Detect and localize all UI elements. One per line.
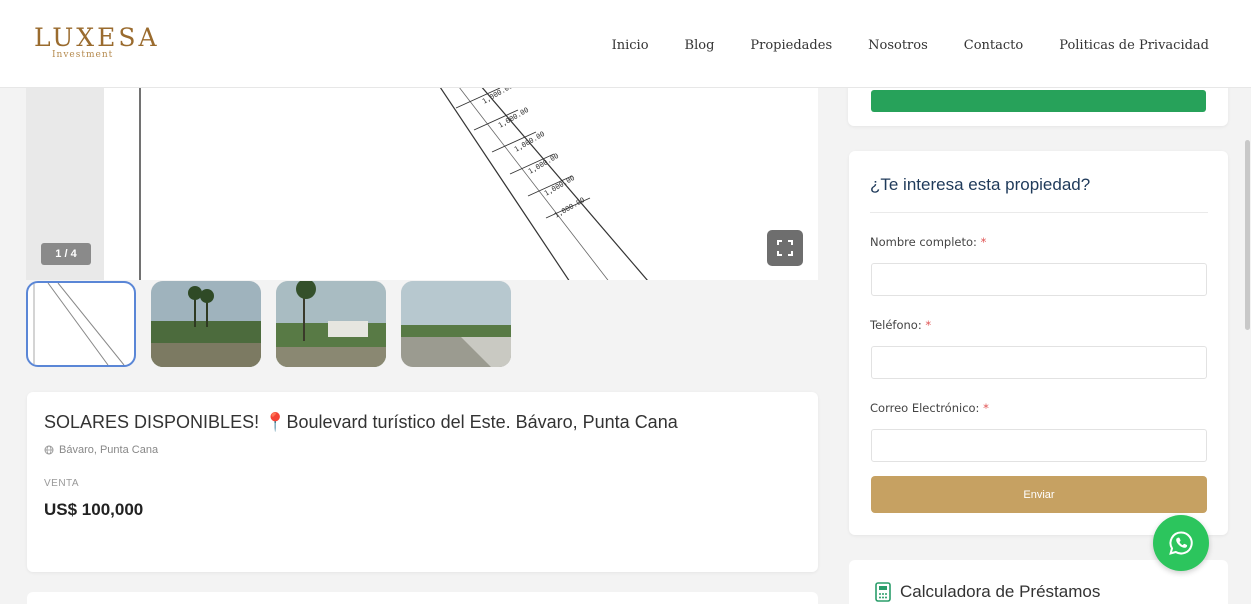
brand-logo[interactable]: LUXESA Investment (34, 23, 160, 60)
plan-label: 1,000.00 (481, 88, 514, 106)
thumbnail-photo-3[interactable] (401, 281, 511, 367)
globe-icon (44, 445, 54, 455)
page-scrollbar[interactable] (1245, 140, 1250, 330)
thumbnail-photo-image (276, 281, 386, 367)
submit-button[interactable]: Enviar (871, 476, 1207, 513)
name-label: Nombre completo: * (870, 235, 986, 249)
site-plan-image: 1,000.00 1,000.00 1,000.00 1,000.00 1,00… (139, 88, 648, 280)
brand-name: LUXESA (34, 23, 160, 52)
fullscreen-button[interactable] (767, 230, 803, 266)
gallery-thumbnails (26, 281, 511, 367)
main-nav: Inicio Blog Propiedades Nosotros Contact… (612, 38, 1209, 53)
thumbnail-photo-image (401, 281, 511, 367)
form-divider (870, 212, 1208, 213)
thumbnail-plan[interactable] (26, 281, 136, 367)
next-section-card (27, 592, 818, 604)
email-field[interactable] (871, 429, 1207, 462)
thumbnail-photo-1[interactable] (151, 281, 261, 367)
name-field[interactable] (871, 263, 1207, 296)
operation-type: VENTA (44, 478, 80, 489)
property-title-rest: Boulevard turístico del Este. Bávaro, Pu… (286, 412, 678, 432)
thumbnail-plan-image (33, 283, 125, 365)
calculator-heading: Calculadora de Préstamos (875, 582, 1100, 602)
nav-inicio[interactable]: Inicio (612, 38, 649, 53)
plan-label: 1,000.00 (553, 196, 586, 220)
required-mark: * (980, 235, 987, 249)
required-mark: * (983, 401, 989, 415)
phone-label: Teléfono: * (870, 318, 931, 332)
location-pin-icon: 📍 (264, 412, 287, 432)
plan-label: 1,000.00 (513, 130, 546, 154)
property-price: US$ 100,000 (44, 500, 144, 519)
phone-label-text: Teléfono: (870, 318, 922, 332)
property-title-prefix: SOLARES DISPONIBLES! (44, 412, 265, 432)
nav-nosotros[interactable]: Nosotros (868, 38, 928, 53)
nav-blog[interactable]: Blog (685, 38, 715, 53)
gallery-main-image[interactable]: 1,000.00 1,000.00 1,000.00 1,000.00 1,00… (104, 88, 818, 280)
site-header: LUXESA Investment Inicio Blog Propiedade… (0, 0, 1251, 88)
required-mark: * (925, 318, 932, 332)
gallery-counter: 1 / 4 (41, 243, 91, 265)
nav-politicas-privacidad[interactable]: Politicas de Privacidad (1059, 38, 1209, 53)
form-title: ¿Te interesa esta propiedad? (870, 175, 1091, 194)
calculator-icon (875, 582, 891, 602)
property-location-text: Bávaro, Punta Cana (59, 444, 159, 456)
email-label-text: Correo Electrónico: (870, 401, 980, 415)
nav-propiedades[interactable]: Propiedades (750, 38, 832, 53)
property-title: SOLARES DISPONIBLES! 📍Boulevard turístic… (44, 412, 678, 433)
calculator-title: Calculadora de Préstamos (900, 582, 1101, 601)
contact-form-card: ¿Te interesa esta propiedad? Nombre comp… (849, 151, 1228, 535)
property-location: Bávaro, Punta Cana (44, 444, 158, 456)
plan-label: 1,000.00 (497, 106, 530, 130)
whatsapp-contact-button[interactable] (871, 90, 1206, 112)
whatsapp-floating-button[interactable] (1153, 515, 1209, 571)
thumbnail-photo-2[interactable] (276, 281, 386, 367)
fullscreen-icon (777, 240, 793, 256)
whatsapp-icon (1169, 531, 1193, 555)
name-label-text: Nombre completo: (870, 235, 977, 249)
nav-contacto[interactable]: Contacto (964, 38, 1023, 53)
email-label: Correo Electrónico: * (870, 401, 989, 415)
thumbnail-photo-image (151, 281, 261, 367)
phone-field[interactable] (871, 346, 1207, 379)
property-info-card: SOLARES DISPONIBLES! 📍Boulevard turístic… (27, 392, 818, 572)
